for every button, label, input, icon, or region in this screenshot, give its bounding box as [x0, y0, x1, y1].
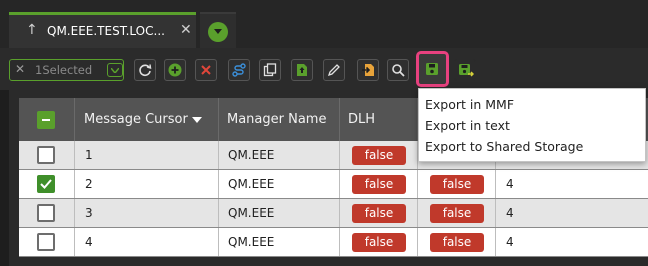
- chevron-down-icon[interactable]: [107, 63, 123, 77]
- tab-queue-manager[interactable]: ↑ QM.EEE.TEST.LOC... ✕: [9, 12, 196, 48]
- edit-icon: [327, 64, 340, 77]
- edit-button[interactable]: [323, 59, 345, 81]
- column-header-manager-name[interactable]: Manager Name: [219, 98, 340, 142]
- row-checkbox[interactable]: [37, 204, 55, 222]
- column-label: Message Cursor: [84, 112, 188, 127]
- cell-manager-name: QM.EEE: [228, 148, 275, 162]
- cell-dlh-badge: false: [352, 146, 406, 165]
- cell-dlh-badge: false: [352, 175, 406, 194]
- copy-button[interactable]: [259, 59, 281, 81]
- column-label: DLH: [348, 112, 376, 127]
- cell-manager-name: QM.EEE: [228, 235, 275, 249]
- cell-dlh-badge: false: [352, 204, 406, 223]
- table-row[interactable]: 4 QM.EEE false false 4: [19, 228, 648, 257]
- cell-message-cursor: 3: [85, 206, 93, 220]
- delete-button[interactable]: [195, 59, 217, 81]
- cell-col6: 4: [506, 235, 514, 249]
- save-icon: [426, 63, 438, 75]
- refresh-icon: [139, 64, 152, 77]
- cell-col5-badge: false: [430, 175, 484, 194]
- search-icon: [392, 64, 405, 77]
- close-icon[interactable]: ✕: [180, 22, 192, 38]
- cell-dlh-badge: false: [352, 233, 406, 252]
- cell-message-cursor: 1: [85, 148, 93, 162]
- cell-manager-name: QM.EEE: [228, 177, 275, 191]
- menu-item-export-mmf[interactable]: Export in MMF: [425, 97, 514, 112]
- export-save-button[interactable]: [416, 51, 449, 87]
- cell-col5-badge: false: [430, 233, 484, 252]
- selection-count: 1Selected: [35, 63, 93, 77]
- table-row[interactable]: 3 QM.EEE false false 4: [19, 199, 648, 228]
- add-button[interactable]: [164, 59, 186, 81]
- cell-col5-badge: false: [430, 204, 484, 223]
- row-checkbox[interactable]: [37, 233, 55, 251]
- import-icon: [362, 64, 374, 76]
- search-button[interactable]: [387, 59, 409, 81]
- cell-message-cursor: 4: [85, 235, 93, 249]
- selection-combo[interactable]: ✕ 1Selected: [9, 59, 124, 81]
- tab-menu-button[interactable]: [200, 12, 236, 48]
- tab-title: QM.EEE.TEST.LOC...: [47, 24, 165, 38]
- import-button[interactable]: [357, 59, 379, 81]
- cell-message-cursor: 2: [85, 177, 93, 191]
- add-icon: [168, 63, 182, 77]
- chevron-down-circle-icon: [208, 22, 228, 42]
- save-export-icon: [459, 64, 474, 77]
- cell-manager-name: QM.EEE: [228, 206, 275, 220]
- copy-icon: [263, 63, 277, 77]
- checkmark-icon: [40, 179, 52, 189]
- column-label: Manager Name: [227, 112, 327, 127]
- delete-icon: [201, 65, 211, 75]
- menu-item-export-text[interactable]: Export in text: [425, 118, 510, 133]
- toolbar: ✕ 1Selected: [0, 48, 648, 90]
- upload-button[interactable]: [291, 59, 313, 81]
- route-icon: [232, 63, 246, 77]
- select-all-checkbox[interactable]: [37, 111, 55, 129]
- row-checkbox[interactable]: [37, 175, 55, 193]
- upload-icon: [297, 64, 307, 76]
- refresh-button[interactable]: [134, 59, 156, 81]
- close-icon[interactable]: ✕: [15, 62, 25, 76]
- sort-desc-icon[interactable]: [191, 116, 202, 123]
- row-checkbox[interactable]: [37, 146, 55, 164]
- route-button[interactable]: [228, 59, 250, 81]
- table-row[interactable]: 2 QM.EEE false false 4: [19, 170, 648, 199]
- save-export-button[interactable]: [454, 59, 476, 81]
- column-header-message-cursor[interactable]: Message Cursor: [75, 98, 219, 142]
- select-all-column: [19, 98, 75, 142]
- tab-strip: ↑ QM.EEE.TEST.LOC... ✕: [0, 0, 648, 48]
- export-menu: Export in MMF Export in text Export to S…: [418, 88, 646, 162]
- pin-arrow-icon[interactable]: ↑: [26, 22, 38, 38]
- cell-col6: 4: [506, 206, 514, 220]
- menu-item-export-shared-storage[interactable]: Export to Shared Storage: [425, 139, 583, 154]
- cell-col6: 4: [506, 177, 514, 191]
- column-header-dlh[interactable]: DLH: [340, 98, 418, 142]
